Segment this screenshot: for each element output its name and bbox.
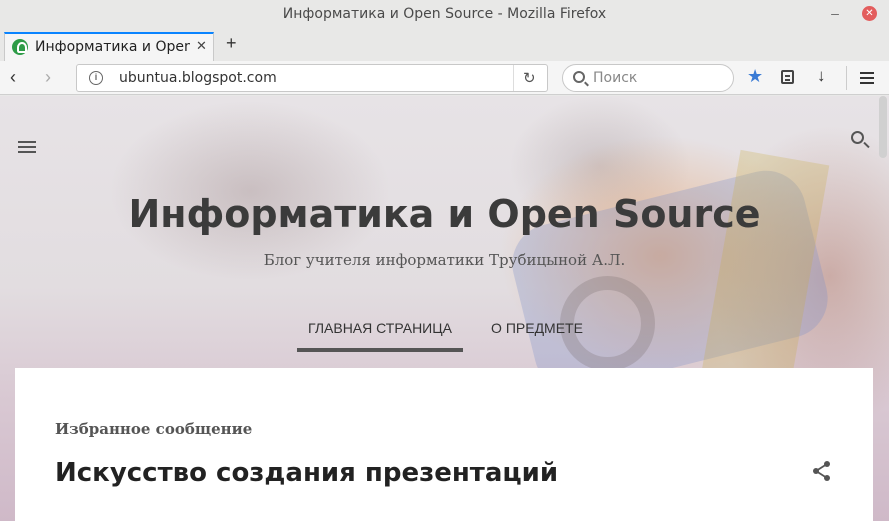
library-icon[interactable] [781, 70, 794, 84]
blog-title[interactable]: Информатика и Open Source [0, 192, 889, 236]
featured-label: Избранное сообщение [55, 420, 253, 438]
page-content: Информатика и Open Source Блог учителя и… [0, 96, 889, 521]
blog-subtitle: Блог учителя информатики Трубицыной А.Л. [263, 251, 626, 269]
scrollbar[interactable] [879, 96, 887, 158]
blog-search-icon[interactable] [851, 131, 864, 144]
tab-strip: Информатика и Open Source ✕ + [0, 28, 889, 61]
toolbar-separator [846, 66, 847, 90]
minimize-icon[interactable]: – [827, 6, 843, 22]
tab-label: Информатика и Open Source [35, 39, 190, 55]
reload-icon[interactable]: ↻ [523, 69, 536, 87]
nav-bar: ‹ › i ubuntua.blogspot.com ↻ Поиск ★ ↓ [0, 61, 889, 95]
nav-home[interactable]: ГЛАВНАЯ СТРАНИЦА [297, 320, 463, 352]
search-placeholder: Поиск [593, 70, 638, 86]
new-tab-button[interactable]: + [226, 34, 237, 52]
window-titlebar: Информатика и Open Source - Mozilla Fire… [0, 0, 889, 28]
tab-active[interactable]: Информатика и Open Source ✕ [4, 32, 214, 61]
blog-menu-icon[interactable] [18, 141, 36, 143]
post-title[interactable]: Искусство создания презентаций [55, 458, 558, 488]
nav-about[interactable]: О ПРЕДМЕТЕ [478, 320, 596, 336]
close-window-icon[interactable]: ✕ [862, 6, 877, 21]
info-icon[interactable]: i [89, 71, 103, 85]
search-icon [573, 71, 585, 83]
url-text[interactable]: ubuntua.blogspot.com [119, 70, 277, 86]
back-button[interactable]: ‹ [10, 68, 16, 86]
url-separator [513, 65, 514, 91]
share-icon[interactable] [811, 460, 833, 482]
download-icon[interactable]: ↓ [817, 66, 826, 86]
hamburger-menu-icon[interactable] [860, 72, 874, 74]
featured-post-card: Избранное сообщение Искусство создания п… [15, 368, 873, 521]
forward-button[interactable]: › [45, 68, 51, 86]
search-input[interactable]: Поиск [562, 64, 734, 92]
blogger-icon [12, 39, 28, 55]
tab-close-icon[interactable]: ✕ [196, 38, 207, 54]
url-bar[interactable]: i ubuntua.blogspot.com ↻ [76, 64, 548, 92]
bookmark-star-icon[interactable]: ★ [747, 66, 763, 87]
window-title: Информатика и Open Source - Mozilla Fire… [282, 6, 607, 22]
